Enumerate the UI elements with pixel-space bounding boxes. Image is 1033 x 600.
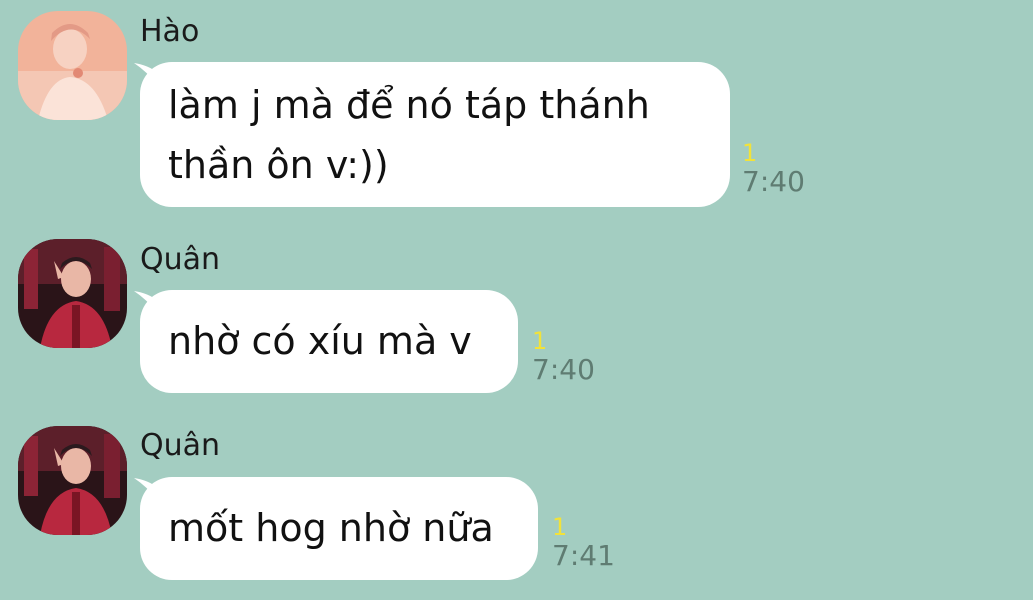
message-bubble[interactable]: mốt hog nhờ nữa <box>140 477 538 580</box>
message-bubble[interactable]: nhờ có xíu mà v <box>140 290 518 393</box>
message-time: 7:41 <box>552 539 615 572</box>
message-time: 7:40 <box>532 353 595 386</box>
avatar[interactable] <box>18 11 127 120</box>
sender-name: Quân <box>140 428 221 463</box>
avatar[interactable] <box>18 239 127 348</box>
message-meta: 1 7:41 <box>552 514 615 572</box>
unread-count: 1 <box>552 513 568 541</box>
unread-count: 1 <box>742 139 758 167</box>
message-text: thần ôn v:)) <box>168 143 389 187</box>
message-text: nhờ có xíu mà v <box>168 319 472 363</box>
message-text: làm j mà để nó táp thánh <box>168 83 650 127</box>
sender-name: Quân <box>140 242 221 277</box>
avatar[interactable] <box>18 426 127 535</box>
message-meta: 1 7:40 <box>532 328 595 386</box>
message-time: 7:40 <box>742 165 805 198</box>
message-bubble[interactable]: làm j mà để nó táp thánh thần ôn v:)) <box>140 62 730 207</box>
message-meta: 1 7:40 <box>742 140 805 198</box>
sender-name: Hào <box>140 14 200 49</box>
message-text: mốt hog nhờ nữa <box>168 506 494 550</box>
unread-count: 1 <box>532 327 548 355</box>
